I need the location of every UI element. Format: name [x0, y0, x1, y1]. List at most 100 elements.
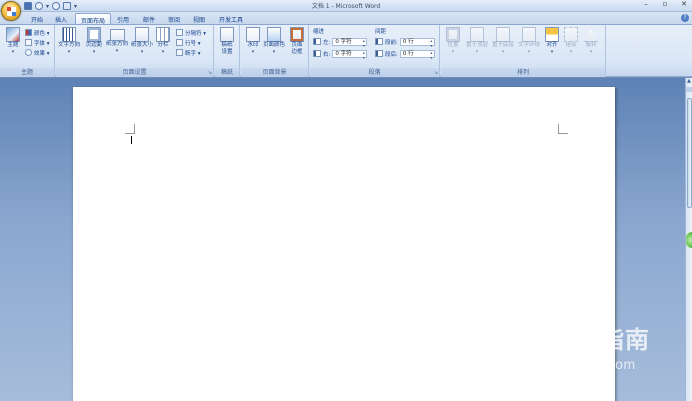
side-widget-icon[interactable] [686, 232, 692, 248]
hyphenation-button[interactable]: 断字 ▾ [176, 48, 201, 57]
sogou-watermark: S 搜狗指南 zhinan.sogou.com [512, 318, 677, 378]
page-color-icon [267, 27, 281, 42]
group-page-background: 水印 ▾ 页面颜色 ▾ 页面 边框 页面背景 [241, 25, 309, 77]
spacing-before-icon [375, 38, 383, 45]
scroll-up-icon[interactable]: ▲ [686, 78, 692, 86]
theme-effects-button[interactable]: 效果 ▾ [25, 48, 50, 57]
chevron-down-icon: ▾ [67, 49, 71, 55]
tab-insert[interactable]: 插入 [50, 13, 72, 24]
indent-left-input[interactable]: 0 字符 [332, 37, 368, 48]
group-draft: 稿纸 设置 稿纸 [215, 25, 240, 77]
page-borders-label-2: 边框 [291, 49, 303, 55]
send-to-back-button[interactable]: 置于底层 ▾ [491, 27, 515, 65]
draft-setup-label-1: 稿纸 [221, 42, 233, 48]
palette-icon [25, 29, 32, 36]
watermark-url: zhinan.sogou.com [514, 356, 636, 372]
group-themes: 主题 ▾ 颜色 ▾ 字体 ▾ 效果 ▾ 主题 [0, 25, 55, 77]
window-title: 文档 1 - Microsoft Word [311, 3, 381, 10]
text-cursor [131, 136, 132, 144]
chevron-down-icon: ▾ [527, 49, 531, 55]
tab-mailings[interactable]: 邮件 [138, 13, 160, 24]
tab-home[interactable]: 开始 [26, 13, 48, 24]
bring-front-icon [470, 27, 484, 42]
hyphenation-icon [176, 49, 183, 56]
page-borders-icon [290, 27, 304, 42]
tab-review[interactable]: 审阅 [163, 13, 185, 24]
line-numbers-icon [176, 39, 183, 46]
position-label: 位置 [447, 42, 459, 48]
office-logo-icon [7, 7, 16, 16]
indent-left-label: 左: [323, 39, 331, 46]
indent-right-label: 右: [323, 51, 331, 58]
crop-mark-top-right [558, 124, 568, 134]
group-page-setup-label: 页面设置 [56, 68, 213, 77]
indent-right-input[interactable]: 0 字符 [332, 49, 368, 60]
ribbon: 主题 ▾ 颜色 ▾ 字体 ▾ 效果 ▾ 主题 文字方向 ▾ 页边距 ▾ 纸张方向… [0, 24, 692, 77]
close-button[interactable]: ✕ [680, 0, 688, 8]
columns-button[interactable]: 分栏 ▾ [154, 27, 172, 65]
chevron-down-icon: ▾ [272, 49, 276, 55]
office-button[interactable] [1, 1, 21, 21]
tab-page-layout[interactable]: 页面布局 [75, 13, 112, 25]
help-icon[interactable]: ? [681, 14, 689, 22]
bring-to-front-button[interactable]: 置于顶层 ▾ [465, 27, 489, 65]
text-direction-button[interactable]: 文字方向 ▾ [58, 27, 80, 65]
draft-setup-button[interactable]: 稿纸 设置 [216, 27, 238, 65]
group-themes-label: 主题 [0, 68, 54, 77]
align-label: 对齐 [546, 42, 558, 48]
view-ruler-button[interactable] [686, 87, 692, 92]
size-button[interactable]: 纸张大小 ▾ [131, 27, 153, 65]
rotate-button[interactable]: 旋转 ▾ [582, 27, 600, 65]
effects-icon [25, 49, 32, 56]
draft-setup-label-2: 设置 [221, 49, 233, 55]
group-paragraph-label: 段落 [310, 68, 439, 77]
paragraph-launcher-icon[interactable]: ↘ [434, 70, 438, 76]
tab-developer[interactable]: 开发工具 [214, 13, 248, 24]
page-borders-button[interactable]: 页面 边框 [286, 27, 308, 65]
crop-mark-top-left [125, 124, 135, 134]
position-button[interactable]: 位置 ▾ [443, 27, 463, 65]
watermark-icon [246, 27, 260, 42]
tab-references[interactable]: 引用 [112, 13, 134, 24]
page-color-button[interactable]: 页面颜色 ▾ [263, 27, 285, 65]
columns-icon [156, 27, 170, 42]
group-page-setup: 文字方向 ▾ 页边距 ▾ 纸张方向 ▾ 纸张大小 ▾ 分栏 ▾ 分隔符 ▾ 行号… [56, 25, 214, 77]
themes-button[interactable]: 主题 ▾ [2, 27, 24, 65]
line-numbers-button[interactable]: 行号 ▾ [176, 38, 201, 47]
spacing-after-label: 段后: [385, 51, 398, 58]
font-icon [25, 39, 32, 46]
watermark-title: 搜狗指南 [550, 326, 650, 354]
orientation-button[interactable]: 纸张方向 ▾ [106, 27, 128, 65]
group-page-background-label: 页面背景 [241, 68, 308, 77]
minimize-button[interactable]: – [642, 0, 650, 8]
spacing-before-input[interactable]: 0 行 [399, 37, 435, 48]
margins-icon [87, 27, 101, 42]
breaks-button[interactable]: 分隔符 ▾ [176, 28, 206, 37]
maximize-button[interactable]: ▫ [661, 0, 669, 8]
themes-icon [6, 27, 20, 42]
group-objects-button[interactable]: 组合 ▾ [562, 27, 580, 65]
spacing-after-input[interactable]: 0 行 [399, 49, 435, 60]
margins-button[interactable]: 页边距 ▾ [83, 27, 105, 65]
orientation-label: 纸张方向 [106, 41, 129, 47]
group-objects-icon [564, 27, 578, 42]
tab-view[interactable]: 视图 [188, 13, 210, 24]
theme-colors-button[interactable]: 颜色 ▾ [25, 28, 50, 37]
paper-size-icon [135, 27, 149, 42]
indent-left-icon [313, 38, 321, 45]
page-setup-launcher-icon[interactable]: ↘ [208, 70, 212, 76]
align-button[interactable]: 对齐 ▾ [543, 27, 561, 65]
theme-fonts-button[interactable]: 字体 ▾ [25, 38, 50, 47]
page-color-label: 页面颜色 [263, 42, 286, 48]
chevron-down-icon: ▾ [115, 48, 119, 54]
scrollbar-thumb[interactable] [687, 98, 692, 208]
rotate-label: 旋转 [585, 42, 597, 48]
group-paragraph: 缩进 左: 0 字符 右: 0 字符 间距 段前: 0 行 段后: 0 行 段落… [310, 25, 440, 77]
group-arrange-label: 排列 [441, 68, 605, 77]
line-numbers-label: 行号 ▾ [185, 40, 201, 47]
indent-heading: 缩进 [313, 29, 325, 35]
text-direction-label: 文字方向 [58, 42, 81, 48]
text-wrapping-button[interactable]: 文字环绕 ▾ [517, 27, 541, 65]
send-to-back-label: 置于底层 [491, 42, 514, 48]
watermark-button[interactable]: 水印 ▾ [242, 27, 264, 65]
